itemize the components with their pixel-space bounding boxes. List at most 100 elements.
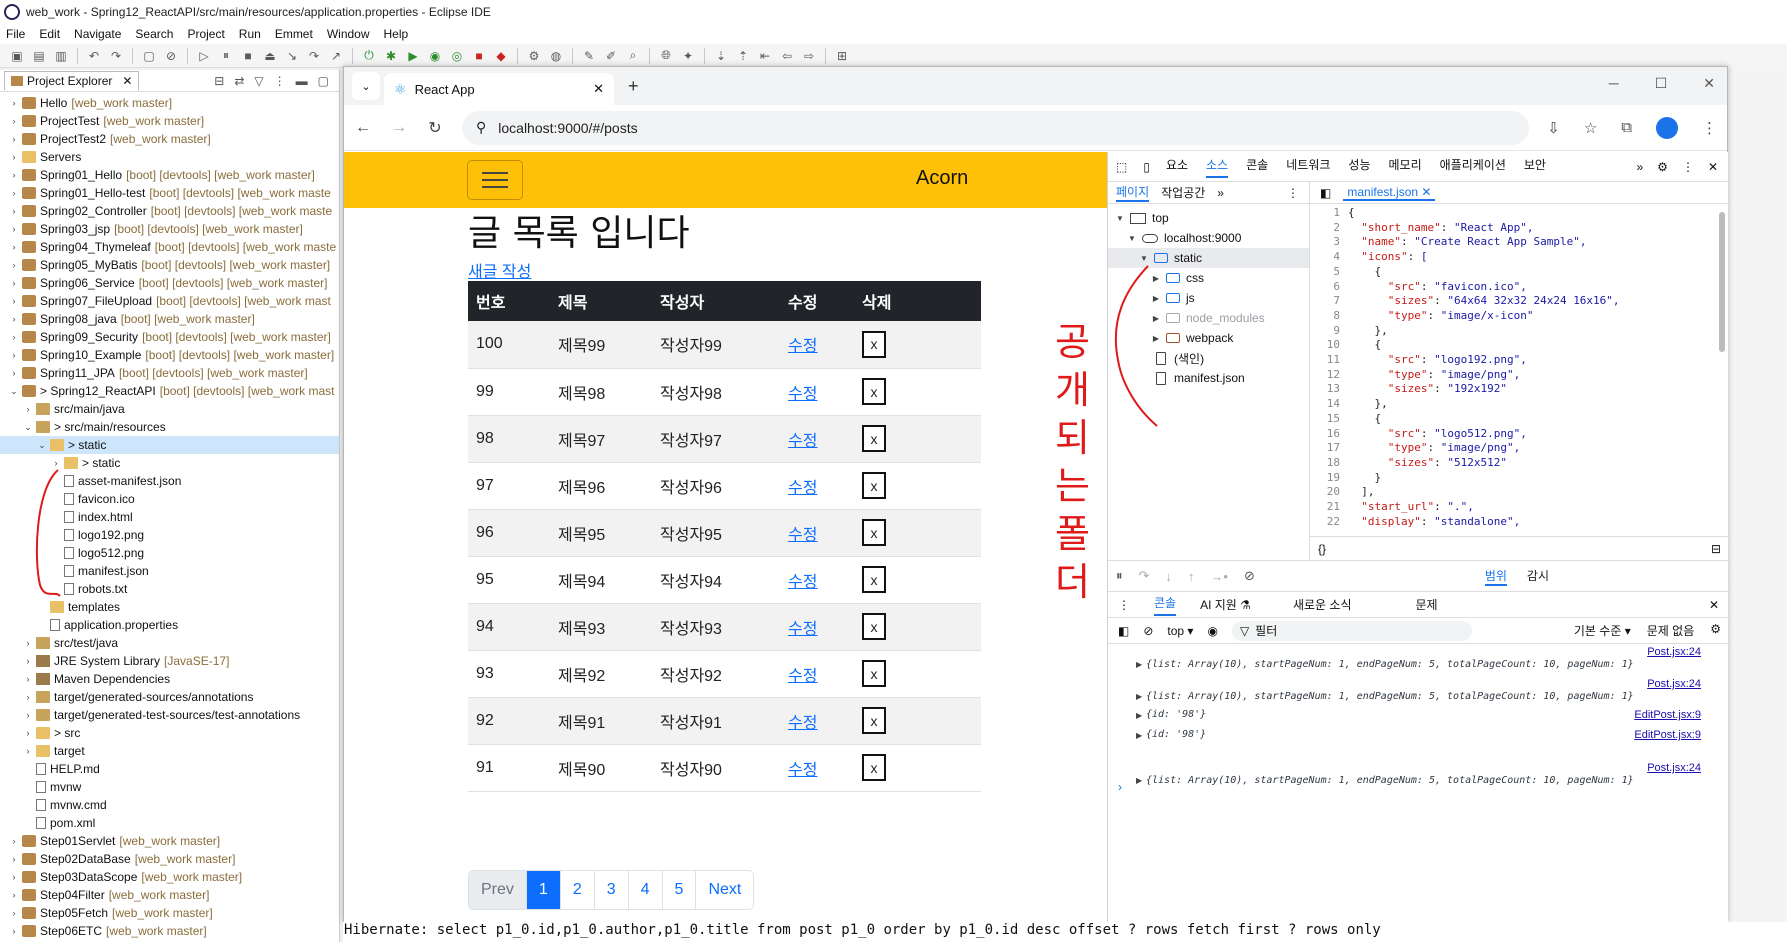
expand-chevron-icon[interactable]: › <box>8 314 20 324</box>
drawer-menu-icon[interactable]: ⋮ <box>1118 598 1130 612</box>
new-tab-icon[interactable]: + <box>628 76 639 97</box>
devtools-tab[interactable]: 요소 <box>1166 156 1188 178</box>
tree-item[interactable]: › target/generated-test-sources/test-anno… <box>0 706 339 724</box>
kebab-menu-icon[interactable]: ⋮ <box>1287 186 1299 200</box>
expand-chevron-icon[interactable]: › <box>8 224 20 234</box>
step-over-icon[interactable]: ↷ <box>305 48 323 64</box>
view-menu-icon[interactable]: ⋮ <box>274 74 286 88</box>
devtools-tab[interactable]: 네트워크 <box>1286 156 1330 178</box>
prev-annotation-icon[interactable]: ⇡ <box>734 48 752 64</box>
tree-item[interactable]: › Spring08_java [boot] [web_work master] <box>0 310 339 328</box>
tree-item[interactable]: logo512.png <box>0 544 339 562</box>
redo-icon[interactable]: ↷ <box>107 48 125 64</box>
devtools-tab[interactable]: 보안 <box>1524 156 1546 178</box>
tab-scope[interactable]: 범위 <box>1484 567 1507 586</box>
expand-chevron-icon[interactable]: › <box>8 368 20 378</box>
delete-button[interactable]: x <box>862 425 886 452</box>
menu-edit[interactable]: Edit <box>39 27 60 41</box>
delete-button[interactable]: x <box>862 330 886 358</box>
new-java-package-icon[interactable]: ⚙ <box>525 48 543 64</box>
expand-chevron-icon[interactable]: › <box>8 890 20 900</box>
save-all-icon[interactable]: ▥ <box>52 48 70 64</box>
edit-link[interactable]: 수정 <box>788 574 817 591</box>
tree-item[interactable]: › Spring01_Hello [boot] [devtools] [web_wo… <box>0 166 339 184</box>
tree-item[interactable]: HELP.md <box>0 760 339 778</box>
expand-chevron-icon[interactable]: › <box>8 332 20 342</box>
log-text[interactable]: {id: '98'} <box>1136 709 1206 720</box>
expand-chevron-icon[interactable]: › <box>8 908 20 918</box>
expand-chevron-icon[interactable]: › <box>8 170 20 180</box>
brand[interactable]: Acorn <box>916 167 968 190</box>
edit-link[interactable]: 수정 <box>788 621 817 638</box>
console-prompt-icon[interactable]: › <box>1118 780 1122 794</box>
source-tree-item[interactable]: ▼ static <box>1108 248 1309 268</box>
expand-triangle-icon[interactable]: ▶ <box>1150 314 1162 323</box>
source-link[interactable]: Post.jsx:24 <box>1647 762 1701 774</box>
tree-item[interactable]: pom.xml <box>0 814 339 832</box>
last-edit-icon[interactable]: ⇤ <box>756 48 774 64</box>
tree-item[interactable]: › Spring03_jsp [boot] [devtools] [web_work… <box>0 220 339 238</box>
settings-gear-icon[interactable]: ⚙ <box>1710 622 1721 639</box>
edit-link[interactable]: 수정 <box>788 433 817 450</box>
tree-item[interactable]: › > static <box>0 454 339 472</box>
tab-search-button[interactable]: ⌄ <box>352 72 380 100</box>
source-tree-item[interactable]: ▶ js <box>1108 288 1309 308</box>
tree-item[interactable]: templates <box>0 598 339 616</box>
clear-console-icon[interactable]: ⊘ <box>1143 624 1153 638</box>
expand-chevron-icon[interactable]: › <box>50 458 62 468</box>
kebab-menu-icon[interactable]: ⋮ <box>1682 160 1694 174</box>
close-icon[interactable]: ✕ <box>1421 185 1431 199</box>
close-icon[interactable]: ✕ <box>1703 75 1715 92</box>
expand-chevron-icon[interactable]: › <box>8 836 20 846</box>
tab-console[interactable]: 콘솔 <box>1154 594 1177 616</box>
tab-issues[interactable]: 문제 <box>1416 596 1438 613</box>
editor-scrollbar[interactable] <box>1719 212 1725 352</box>
tree-item[interactable]: › src/main/java <box>0 400 339 418</box>
log-text[interactable]: {id: '98'} <box>1136 729 1206 740</box>
devtools-tab[interactable]: 소스 <box>1206 156 1229 178</box>
delete-button[interactable]: x <box>862 707 886 734</box>
expand-chevron-icon[interactable]: › <box>8 278 20 288</box>
expand-chevron-icon[interactable]: › <box>8 350 20 360</box>
tree-item[interactable]: › Spring01_Hello-test [boot] [devtools] [w… <box>0 184 339 202</box>
expand-chevron-icon[interactable]: › <box>22 656 34 666</box>
tree-item[interactable]: ⌄ > Spring12_ReactAPI [boot] [devtools] [w… <box>0 382 339 400</box>
tree-item[interactable]: mvnw <box>0 778 339 796</box>
sidebar-toggle-icon[interactable]: ◧ <box>1118 624 1129 638</box>
expand-chevron-icon[interactable]: › <box>8 926 20 936</box>
expand-chevron-icon[interactable]: ⌄ <box>22 422 34 433</box>
tree-item[interactable]: logo192.png <box>0 526 339 544</box>
source-link[interactable]: Post.jsx:24 <box>1647 646 1701 658</box>
source-tree-item[interactable]: ▶ css <box>1108 268 1309 288</box>
step-return-icon[interactable]: ↗ <box>327 48 345 64</box>
source-tree-item[interactable]: ▶ webpack <box>1108 328 1309 348</box>
source-tree-item[interactable]: ▶ node_modules <box>1108 308 1309 328</box>
edit-link[interactable]: 수정 <box>788 762 817 779</box>
delete-button[interactable]: x <box>862 754 886 781</box>
expand-chevron-icon[interactable]: › <box>22 692 34 702</box>
tree-item[interactable]: favicon.ico <box>0 490 339 508</box>
devtools-tab[interactable]: 메모리 <box>1389 156 1422 178</box>
expand-chevron-icon[interactable]: › <box>8 206 20 216</box>
delete-button[interactable]: x <box>862 660 886 687</box>
step-icon[interactable]: →• <box>1210 569 1228 584</box>
navbar-toggler[interactable] <box>467 160 523 200</box>
tree-item[interactable]: › Spring11_JPA [boot] [devtools] [web_work… <box>0 364 339 382</box>
pager-page-5[interactable]: 5 <box>662 871 697 909</box>
edit-link[interactable]: 수정 <box>788 338 817 355</box>
expand-chevron-icon[interactable]: › <box>22 674 34 684</box>
delete-button[interactable]: x <box>862 378 886 405</box>
tree-item[interactable]: › Step04Filter [web_work master] <box>0 886 339 904</box>
step-out-icon[interactable]: ↑ <box>1188 569 1195 584</box>
menu-help[interactable]: Help <box>384 27 409 41</box>
save-icon[interactable]: ▤ <box>30 48 48 64</box>
step-into-icon[interactable]: ↓ <box>1165 569 1172 584</box>
edit-link[interactable]: 수정 <box>788 386 817 403</box>
delete-button[interactable]: x <box>862 472 886 499</box>
install-app-icon[interactable]: ⇩ <box>1547 119 1560 137</box>
filter-icon[interactable]: ▽ <box>254 74 263 88</box>
tree-item[interactable]: › > src <box>0 724 339 742</box>
expand-chevron-icon[interactable]: › <box>8 296 20 306</box>
suspend-icon[interactable]: ⏸ <box>217 48 235 64</box>
expand-chevron-icon[interactable]: › <box>8 116 20 126</box>
